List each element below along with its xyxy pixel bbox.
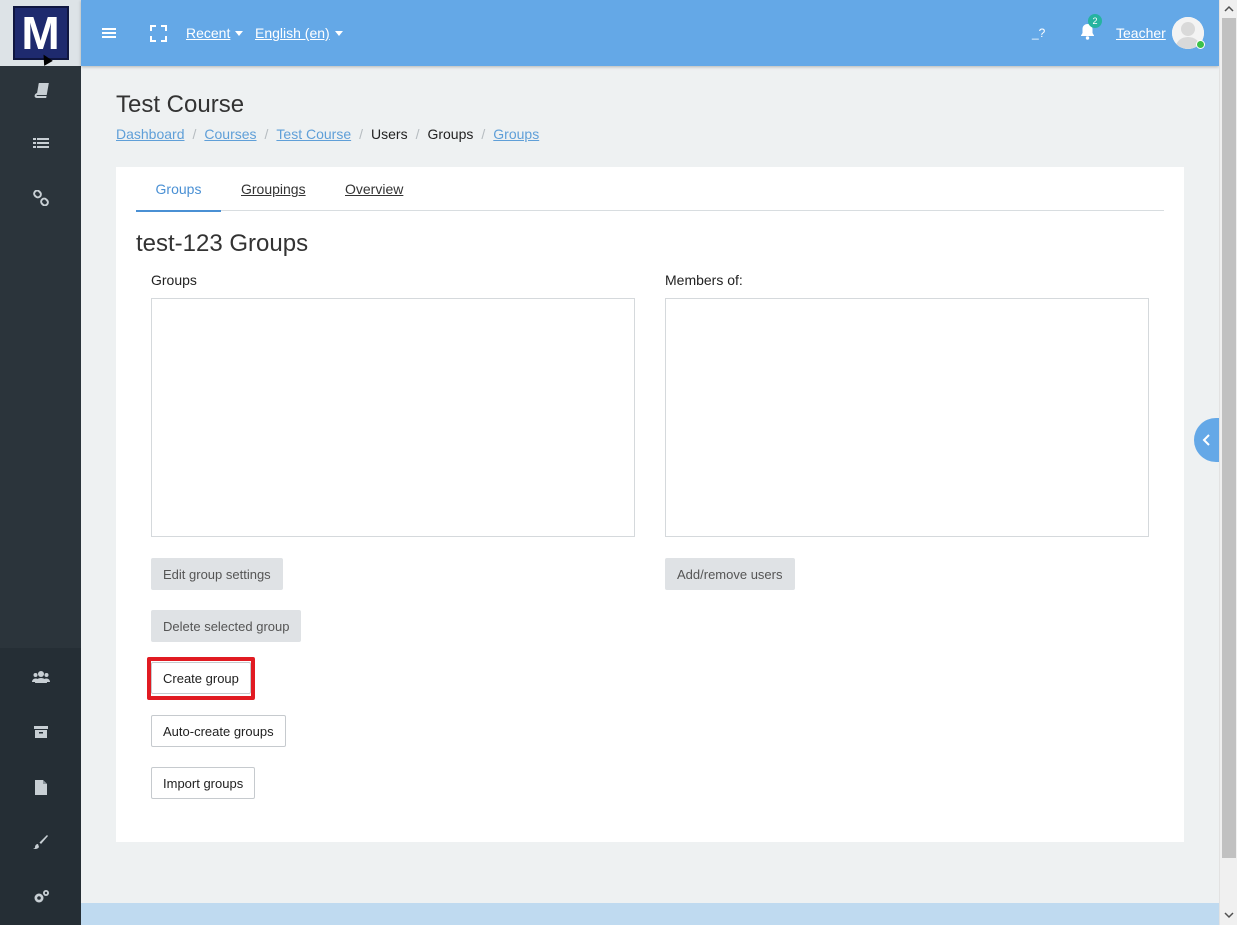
breadcrumb-separator: / xyxy=(264,126,269,142)
drawer-toggle-button[interactable] xyxy=(1194,418,1219,462)
breadcrumb-test-course[interactable]: Test Course xyxy=(276,126,351,142)
list-icon[interactable] xyxy=(30,133,52,155)
language-label[interactable]: English (en) xyxy=(255,25,330,41)
scroll-up-icon[interactable] xyxy=(1224,4,1234,14)
logo-letter: M xyxy=(21,7,60,59)
breadcrumb: Dashboard / Courses / Test Course / User… xyxy=(116,126,539,142)
logo-box[interactable]: M xyxy=(0,0,81,66)
edit-group-settings-button[interactable]: Edit group settings xyxy=(151,558,283,590)
cogs-icon[interactable] xyxy=(30,886,52,908)
tab-overview[interactable]: Overview xyxy=(345,167,403,211)
groups-select-list[interactable] xyxy=(151,298,635,537)
breadcrumb-separator: / xyxy=(192,126,197,142)
notification-count-badge: 2 xyxy=(1088,14,1102,28)
fullscreen-button[interactable] xyxy=(150,0,167,66)
top-navbar: Recent English (en) _? 2 Teacher xyxy=(81,0,1219,66)
section-heading: test-123 Groups xyxy=(136,230,309,257)
breadcrumb-users: Users xyxy=(371,126,408,142)
breadcrumb-separator: / xyxy=(481,126,486,142)
page-title: Test Course xyxy=(116,91,245,118)
auto-create-groups-button[interactable]: Auto-create groups xyxy=(151,715,286,747)
import-groups-button[interactable]: Import groups xyxy=(151,767,256,799)
chevron-down-icon xyxy=(235,30,244,36)
groups-list-label: Groups xyxy=(151,272,197,288)
scroll-down-icon[interactable] xyxy=(1224,910,1234,920)
site-logo[interactable]: M xyxy=(12,6,69,66)
chevron-left-icon xyxy=(1202,434,1210,446)
tab-groups[interactable]: Groups xyxy=(136,167,221,212)
members-list-label: Members of: xyxy=(665,272,743,288)
help-button[interactable]: _? xyxy=(1032,0,1045,66)
footer xyxy=(81,903,1219,925)
vertical-scrollbar[interactable] xyxy=(1219,0,1237,925)
breadcrumb-dashboard[interactable]: Dashboard xyxy=(116,126,185,142)
scrollbar-thumb[interactable] xyxy=(1222,18,1236,858)
left-rail: M xyxy=(0,0,81,925)
recent-menu[interactable]: Recent xyxy=(186,0,244,66)
users-icon[interactable] xyxy=(30,666,52,688)
breadcrumb-groups[interactable]: Groups xyxy=(493,126,539,142)
hamburger-icon xyxy=(102,28,116,38)
expand-icon xyxy=(150,24,167,42)
add-remove-users-button[interactable]: Add/remove users xyxy=(665,558,795,590)
language-menu[interactable]: English (en) xyxy=(255,0,343,66)
tab-bar: Groups Groupings Overview xyxy=(136,167,1164,212)
notifications-button[interactable]: 2 xyxy=(1080,0,1102,66)
chevron-down-icon xyxy=(334,30,343,36)
brush-icon[interactable] xyxy=(30,831,52,853)
tab-groupings[interactable]: Groupings xyxy=(241,167,306,211)
breadcrumb-groups-parent: Groups xyxy=(427,126,474,142)
breadcrumb-separator: / xyxy=(415,126,420,142)
members-select-list[interactable] xyxy=(665,298,1149,537)
breadcrumb-courses[interactable]: Courses xyxy=(204,126,256,142)
delete-selected-group-button[interactable]: Delete selected group xyxy=(151,610,302,642)
hamburger-menu-button[interactable] xyxy=(102,0,116,66)
online-status-dot xyxy=(1196,40,1205,49)
create-group-button[interactable]: Create group xyxy=(151,662,251,694)
recent-label[interactable]: Recent xyxy=(186,25,230,41)
breadcrumb-separator: / xyxy=(359,126,364,142)
help-icon: _? xyxy=(1032,26,1046,40)
file-icon[interactable] xyxy=(30,776,52,798)
user-name[interactable]: Teacher xyxy=(1116,25,1166,41)
book-icon[interactable] xyxy=(30,79,52,101)
link-icon[interactable] xyxy=(30,187,52,209)
user-menu[interactable]: Teacher xyxy=(1116,0,1166,66)
archive-icon[interactable] xyxy=(30,721,52,743)
